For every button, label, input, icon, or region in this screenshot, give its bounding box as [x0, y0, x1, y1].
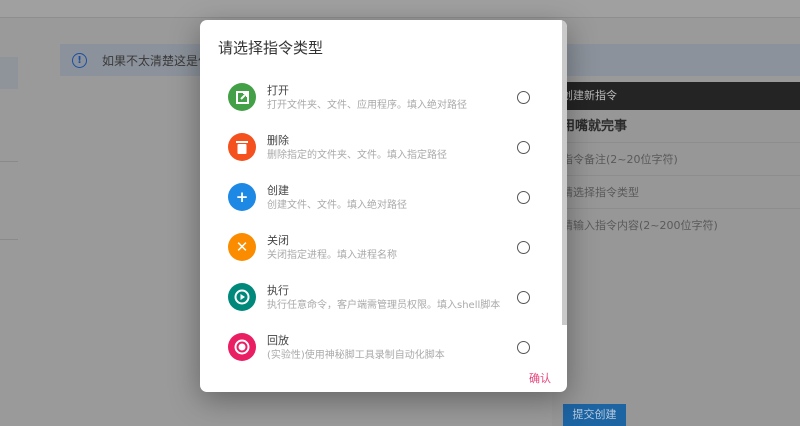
record-icon — [228, 333, 256, 361]
sidebar-divider — [0, 239, 18, 240]
command-type-list: 打开 打开文件夹、文件、应用程序。填入绝对路径 删除 删除指定的文件夹、文件。填… — [200, 78, 560, 368]
option-label: 回放 — [267, 334, 289, 347]
radio-button[interactable] — [517, 191, 530, 204]
option-desc: 创建文件、文件。填入绝对路径 — [267, 200, 407, 211]
type-select[interactable]: 请选择指令类型 — [552, 176, 800, 209]
option-replay[interactable]: 回放 (实验性)使用神秘脚工具录制自动化脚本 — [200, 328, 560, 368]
remark-field[interactable]: 指令备注(2~20位字符) — [552, 143, 800, 176]
option-label: 执行 — [267, 284, 289, 297]
command-name-field[interactable]: 用嘴就完事 — [552, 110, 800, 143]
top-bar — [0, 0, 800, 18]
play-icon — [228, 283, 256, 311]
radio-button[interactable] — [517, 141, 530, 154]
option-label: 关闭 — [267, 234, 289, 247]
scrollbar[interactable] — [562, 20, 567, 325]
plus-icon: + — [228, 183, 256, 211]
submit-create-button[interactable]: 提交创建 — [563, 404, 626, 426]
info-icon: ! — [72, 52, 87, 68]
open-in-new-icon — [228, 83, 256, 111]
option-open[interactable]: 打开 打开文件夹、文件、应用程序。填入绝对路径 — [200, 78, 560, 128]
option-execute[interactable]: 执行 执行任意命令，客户端需管理员权限。填入shell脚本 — [200, 278, 560, 328]
option-create[interactable]: + 创建 创建文件、文件。填入绝对路径 — [200, 178, 560, 228]
option-desc: 关闭指定进程。填入进程名称 — [267, 250, 397, 261]
sidebar-item-active[interactable] — [0, 57, 18, 89]
option-delete[interactable]: 删除 删除指定的文件夹、文件。填入指定路径 — [200, 128, 560, 178]
option-desc: 执行任意命令，客户端需管理员权限。填入shell脚本 — [267, 300, 501, 311]
option-desc: 打开文件夹、文件、应用程序。填入绝对路径 — [267, 100, 467, 111]
radio-button[interactable] — [517, 341, 530, 354]
radio-button[interactable] — [517, 291, 530, 304]
trash-icon — [228, 133, 256, 161]
option-label: 创建 — [267, 184, 289, 197]
content-field[interactable]: 请输入指令内容(2~200位字符) — [552, 209, 800, 242]
option-desc: (实验性)使用神秘脚工具录制自动化脚本 — [267, 350, 445, 361]
sidebar-divider — [0, 161, 18, 162]
confirm-button[interactable]: 确认 — [529, 370, 551, 386]
radio-button[interactable] — [517, 91, 530, 104]
option-close[interactable]: ✕ 关闭 关闭指定进程。填入进程名称 — [200, 228, 560, 278]
option-label: 删除 — [267, 134, 289, 147]
command-type-dialog: 请选择指令类型 打开 打开文件夹、文件、应用程序。填入绝对路径 删除 删除指定的… — [200, 20, 567, 392]
panel-header: 创建新指令 — [552, 82, 800, 110]
radio-button[interactable] — [517, 241, 530, 254]
option-label: 打开 — [267, 84, 289, 97]
create-command-panel: 创建新指令 用嘴就完事 指令备注(2~20位字符) 请选择指令类型 请输入指令内… — [552, 82, 800, 426]
close-icon: ✕ — [228, 233, 256, 261]
dialog-title: 请选择指令类型 — [218, 39, 324, 57]
option-desc: 删除指定的文件夹、文件。填入指定路径 — [267, 150, 447, 161]
